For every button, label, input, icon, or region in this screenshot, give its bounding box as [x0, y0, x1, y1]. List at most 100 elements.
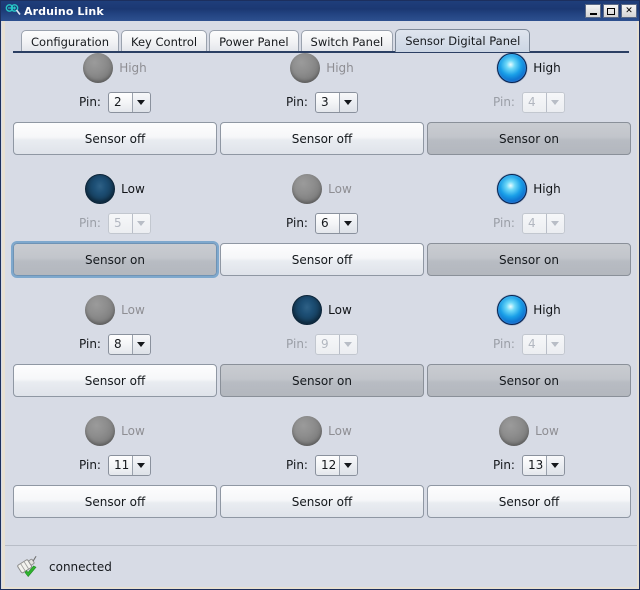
- sensor-toggle-button[interactable]: Sensor on: [427, 122, 631, 155]
- pin-select-value: 4: [527, 337, 536, 351]
- sensor-toggle-button[interactable]: Sensor off: [13, 122, 217, 155]
- sensor-cell-9: Low Pin: 11 Sensor off: [10, 409, 220, 530]
- sensor-toggle-button[interactable]: Sensor off: [220, 243, 424, 276]
- chevron-down-icon: [131, 213, 150, 233]
- pin-select-value: 13: [527, 458, 544, 472]
- arduino-link-window: Arduino Link ✕ Configuration Key Control: [0, 0, 640, 590]
- pin-select-value: 8: [113, 337, 122, 351]
- pin-select-value: 4: [527, 216, 536, 230]
- pin-select[interactable]: 3: [314, 91, 358, 113]
- sensor-toggle-label: Sensor off: [291, 494, 353, 509]
- pin-line: Pin: 9: [217, 332, 427, 356]
- pin-label: Pin:: [79, 216, 101, 230]
- connected-plug-check-icon: [15, 554, 43, 580]
- sensor-cell-7: Low Pin: 9 Sensor on: [217, 288, 427, 409]
- sensor-toggle-button[interactable]: Sensor off: [220, 122, 424, 155]
- sensor-cell-11: Low Pin: 13 Sensor off: [424, 409, 634, 530]
- sensor-toggle-label: Sensor off: [84, 131, 146, 146]
- pin-select: 9: [314, 333, 358, 355]
- led-state-label: Low: [121, 424, 145, 438]
- sensor-toggle-label: Sensor on: [499, 373, 559, 388]
- chevron-down-icon: [338, 334, 357, 354]
- sensor-cell-4: Low Pin: 6 Sensor off: [217, 167, 427, 288]
- led-indicator-icon: [85, 295, 116, 325]
- chevron-down-icon: [131, 334, 150, 354]
- led-indicator-icon: [292, 416, 323, 446]
- sensor-cell-8: High Pin: 4 Sensor on: [424, 288, 634, 409]
- pin-label: Pin:: [493, 458, 515, 472]
- sensor-row: High Pin: 2 Sensor off High Pin: 3 Senso…: [5, 46, 637, 167]
- pin-select[interactable]: 13: [521, 454, 565, 476]
- pin-label: Pin:: [286, 95, 308, 109]
- sensor-toggle-button[interactable]: Sensor on: [220, 364, 424, 397]
- chevron-down-icon: [338, 213, 357, 233]
- sensor-toggle-button[interactable]: Sensor on: [427, 243, 631, 276]
- led-line: High: [10, 52, 220, 84]
- led-state-label: Low: [121, 303, 145, 317]
- pin-select: 4: [521, 91, 565, 113]
- pin-select[interactable]: 12: [314, 454, 358, 476]
- led-indicator-icon: [83, 53, 114, 83]
- close-icon[interactable]: ✕: [621, 4, 637, 18]
- sensor-cell-6: Low Pin: 8 Sensor off: [10, 288, 220, 409]
- maximize-button[interactable]: [603, 4, 619, 18]
- window-titlebar: Arduino Link ✕: [1, 1, 639, 21]
- tab-sensor-digital-panel[interactable]: Sensor Digital Panel: [395, 29, 531, 52]
- pin-label: Pin:: [286, 458, 308, 472]
- led-state-label: Low: [328, 303, 352, 317]
- chevron-down-icon: [545, 455, 564, 475]
- led-state-label: High: [533, 303, 561, 317]
- pin-line: Pin: 5: [10, 211, 220, 235]
- led-indicator-icon: [499, 416, 530, 446]
- pin-select-value: 2: [113, 95, 122, 109]
- led-line: High: [424, 173, 634, 205]
- pin-line: Pin: 4: [424, 211, 634, 235]
- led-line: Low: [10, 415, 220, 447]
- led-indicator-icon: [497, 295, 528, 325]
- pin-select-value: 9: [320, 337, 329, 351]
- led-line: Low: [217, 173, 427, 205]
- sensor-toggle-label: Sensor on: [499, 252, 559, 267]
- pin-label: Pin:: [493, 337, 515, 351]
- pin-label: Pin:: [286, 337, 308, 351]
- sensor-toggle-label: Sensor on: [499, 131, 559, 146]
- sensor-row: Low Pin: 5 Sensor on Low Pin: 6 Sensor o…: [5, 167, 637, 288]
- sensor-toggle-button[interactable]: Sensor off: [13, 364, 217, 397]
- sensor-toggle-button[interactable]: Sensor on: [13, 243, 217, 276]
- chevron-down-icon: [338, 455, 357, 475]
- chevron-down-icon: [131, 92, 150, 112]
- pin-line: Pin: 11: [10, 453, 220, 477]
- sensor-toggle-button[interactable]: Sensor off: [427, 485, 631, 518]
- chevron-down-icon: [131, 455, 150, 475]
- pin-select[interactable]: 11: [107, 454, 151, 476]
- sensor-toggle-label: Sensor on: [292, 373, 352, 388]
- sensor-toggle-button[interactable]: Sensor on: [427, 364, 631, 397]
- minimize-button[interactable]: [585, 4, 601, 18]
- pin-label: Pin:: [493, 216, 515, 230]
- sensor-cell-10: Low Pin: 12 Sensor off: [217, 409, 427, 530]
- sensor-cell-5: High Pin: 4 Sensor on: [424, 167, 634, 288]
- pin-line: Pin: 13: [424, 453, 634, 477]
- pin-select: 4: [521, 212, 565, 234]
- sensor-cell-0: High Pin: 2 Sensor off: [10, 46, 220, 167]
- led-state-label: High: [533, 182, 561, 196]
- pin-label: Pin:: [79, 95, 101, 109]
- pin-select-value: 6: [320, 216, 329, 230]
- pin-line: Pin: 12: [217, 453, 427, 477]
- sensor-toggle-button[interactable]: Sensor off: [13, 485, 217, 518]
- led-line: Low: [10, 173, 220, 205]
- pin-select[interactable]: 6: [314, 212, 358, 234]
- window-body: Configuration Key Control Power Panel Sw…: [2, 21, 639, 589]
- led-line: Low: [424, 415, 634, 447]
- sensor-toggle-label: Sensor off: [84, 373, 146, 388]
- pin-select: 4: [521, 333, 565, 355]
- sensor-toggle-label: Sensor off: [498, 494, 560, 509]
- led-state-label: Low: [535, 424, 559, 438]
- led-indicator-icon: [497, 53, 528, 83]
- led-state-label: Low: [121, 182, 145, 196]
- pin-select[interactable]: 2: [107, 91, 151, 113]
- sensor-toggle-label: Sensor off: [291, 131, 353, 146]
- led-line: High: [424, 52, 634, 84]
- sensor-toggle-button[interactable]: Sensor off: [220, 485, 424, 518]
- pin-select[interactable]: 8: [107, 333, 151, 355]
